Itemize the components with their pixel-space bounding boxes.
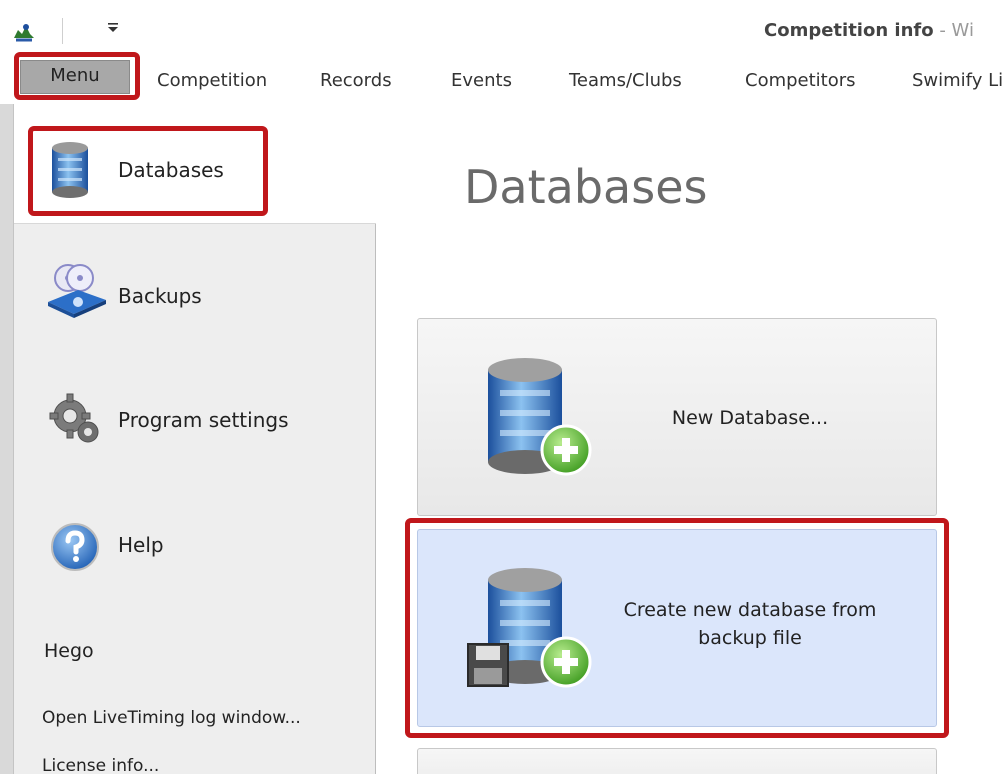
window-title: Competition info - Wi — [764, 20, 974, 41]
ribbon-tabs: Competition Records Events Teams/Clubs C… — [0, 58, 1007, 102]
sidebar-item-databases[interactable]: Databases — [118, 158, 224, 182]
app-logo-icon[interactable] — [12, 22, 36, 42]
create-from-backup-label: Create new database from backup file — [623, 599, 877, 649]
backup-discs-icon — [48, 264, 106, 318]
tab-records[interactable]: Records — [320, 70, 392, 91]
tab-teams-clubs[interactable]: Teams/Clubs — [569, 70, 682, 91]
tab-competition[interactable]: Competition — [157, 70, 267, 91]
help-icon — [51, 523, 99, 571]
open-livetiming-log-link[interactable]: Open LiveTiming log window... — [42, 708, 301, 728]
database-from-backup-icon — [467, 568, 592, 688]
sidebar-edge — [0, 104, 14, 774]
tab-events[interactable]: Events — [451, 70, 512, 91]
sidebar-item-backups[interactable]: Backups — [118, 284, 202, 308]
database-add-icon — [488, 358, 592, 476]
title-bar: Competition info - Wi — [0, 0, 1007, 56]
third-card-button[interactable] — [417, 748, 937, 774]
tab-swimify-live[interactable]: Swimify Li — [912, 70, 1003, 91]
window-title-suffix: - Wi — [933, 20, 974, 41]
tab-competitors[interactable]: Competitors — [745, 70, 856, 91]
sidebar-section-hego: Hego — [44, 640, 94, 662]
sidebar-item-help[interactable]: Help — [118, 533, 164, 557]
sidebar-item-program-settings[interactable]: Program settings — [118, 408, 289, 432]
database-icon — [52, 142, 88, 198]
new-database-label: New Database... — [671, 407, 829, 429]
quick-access-separator — [62, 18, 63, 44]
page-title: Databases — [464, 160, 708, 214]
chevron-down-icon — [108, 23, 118, 32]
menu-tab[interactable]: Menu — [20, 60, 130, 94]
window-title-main: Competition info — [764, 20, 934, 41]
license-info-link[interactable]: License info... — [42, 756, 159, 774]
gears-icon — [49, 393, 99, 443]
quick-access-dropdown[interactable] — [106, 20, 120, 38]
